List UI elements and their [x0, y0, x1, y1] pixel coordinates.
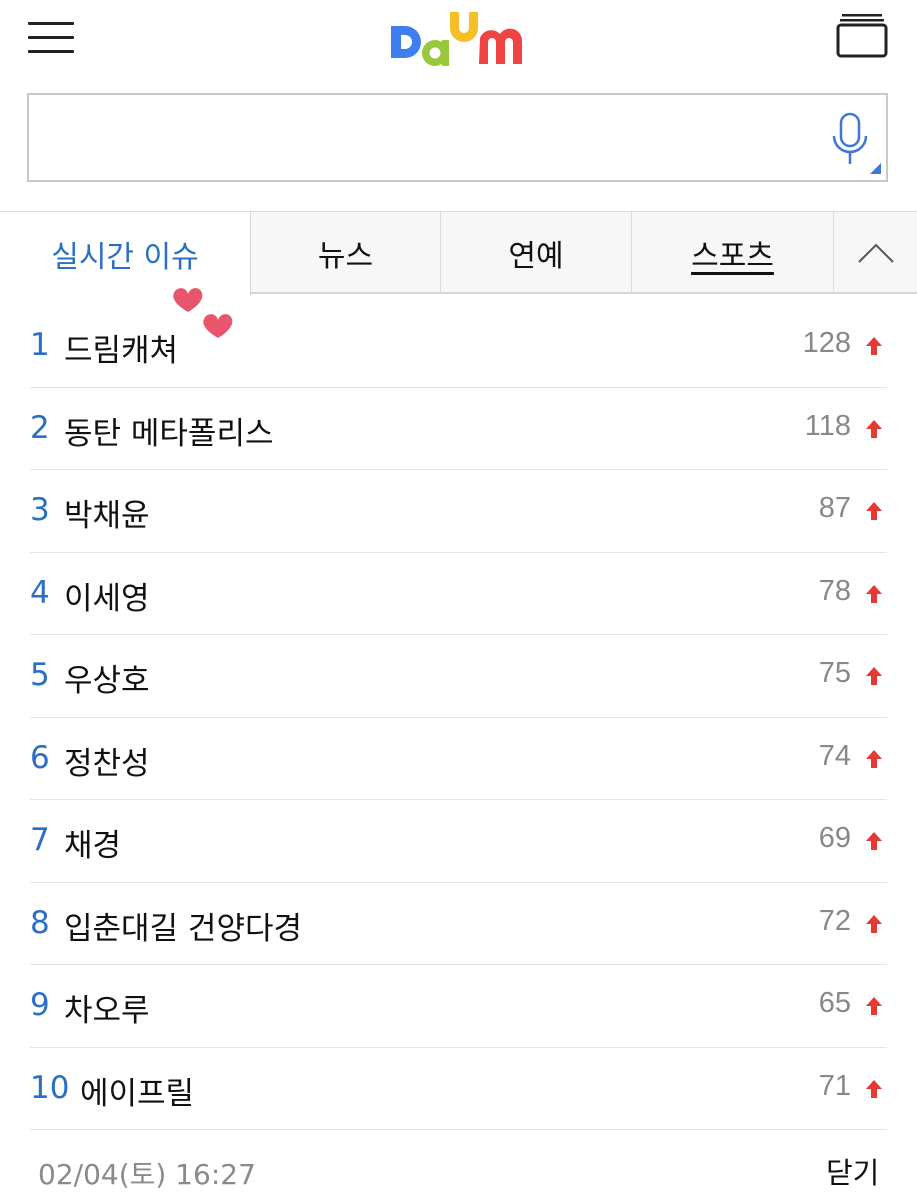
list-item[interactable]: 5 우상호 75 — [30, 635, 887, 718]
trend-up-arrow-icon — [866, 584, 882, 603]
issue-count: 118 — [804, 409, 851, 442]
issue-count: 69 — [818, 822, 851, 854]
rank-number: 5 — [30, 657, 50, 693]
rank-number: 9 — [30, 987, 50, 1023]
rank-number: 6 — [30, 739, 50, 776]
list-item[interactable]: 8 입춘대길 건양다경 72 — [30, 883, 887, 965]
issue-count: 65 — [818, 987, 851, 1019]
issue-keyword[interactable]: 채경 — [64, 820, 121, 865]
list-item[interactable]: 3 박채윤 87 — [30, 470, 887, 553]
tab-entertainment[interactable]: 연예 — [441, 211, 632, 294]
rank-number: 8 — [30, 904, 50, 941]
list-item[interactable]: 4 이세영 78 — [30, 553, 887, 635]
issue-count: 75 — [818, 657, 851, 689]
tab-label: 뉴스 — [317, 238, 374, 274]
rank-number: 10 — [30, 1069, 70, 1106]
tab-label: 실시간 이슈 — [51, 240, 199, 275]
list-item[interactable]: 6 정찬성 74 — [30, 718, 887, 800]
mic-options-triangle-icon[interactable] — [870, 163, 881, 174]
trend-up-arrow-icon — [866, 1079, 882, 1098]
list-item[interactable]: 10 에이프릴 71 — [30, 1048, 887, 1130]
issue-count: 71 — [818, 1069, 851, 1102]
issue-keyword[interactable]: 동탄 메타폴리스 — [64, 408, 274, 453]
trend-up-arrow-icon — [866, 997, 882, 1015]
list-item[interactable]: 2 동탄 메타폴리스 118 — [30, 388, 887, 470]
issue-count: 78 — [818, 574, 851, 607]
issue-keyword[interactable]: 박채윤 — [64, 490, 150, 535]
issue-keyword[interactable]: 드림캐쳐 — [64, 325, 178, 370]
category-tab-bar: 실시간 이슈 뉴스 연예 스포츠 — [0, 211, 917, 296]
chevron-up-icon — [857, 243, 894, 263]
window-tabs-icon[interactable] — [836, 12, 888, 58]
tab-news[interactable]: 뉴스 — [251, 211, 441, 294]
trend-up-arrow-icon — [866, 667, 882, 685]
trend-up-arrow-icon — [866, 502, 882, 520]
daum-logo[interactable] — [388, 8, 530, 74]
list-item[interactable]: 1 드림캐쳐 128 — [30, 305, 887, 388]
tab-label: 연예 — [508, 238, 564, 274]
trend-up-arrow-icon — [866, 419, 882, 438]
trend-up-arrow-icon — [866, 832, 882, 850]
search-box[interactable] — [27, 93, 888, 182]
issue-keyword[interactable]: 차오루 — [64, 985, 150, 1030]
trend-up-arrow-icon — [866, 914, 882, 933]
daum-mobile-page: 실시간 이슈 뉴스 연예 스포츠 1 드림캐쳐 128 2 동탄 메타폴리스 1… — [0, 0, 917, 1200]
issue-keyword[interactable]: 이세영 — [64, 573, 150, 618]
issue-keyword[interactable]: 우상호 — [64, 655, 150, 700]
list-item[interactable]: 7 채경 69 — [30, 800, 887, 883]
trend-up-arrow-icon — [866, 337, 882, 355]
tab-sports[interactable]: 스포츠 — [632, 211, 834, 294]
issue-count: 74 — [818, 739, 851, 772]
list-item[interactable]: 9 차오루 65 — [30, 965, 887, 1048]
rank-number: 7 — [30, 822, 50, 858]
issue-count: 128 — [802, 327, 851, 359]
search-input[interactable] — [45, 115, 809, 163]
realtime-issue-list: 1 드림캐쳐 128 2 동탄 메타폴리스 118 3 박채윤 87 4 이세영… — [30, 305, 887, 1130]
microphone-icon[interactable] — [828, 112, 872, 170]
trend-up-arrow-icon — [866, 749, 882, 768]
issue-keyword[interactable]: 에이프릴 — [80, 1068, 194, 1113]
tab-label: 스포츠 — [691, 238, 774, 274]
rank-number: 1 — [30, 327, 50, 363]
issue-count: 87 — [818, 492, 851, 524]
issue-keyword[interactable]: 입춘대길 건양다경 — [64, 903, 302, 948]
rank-number: 3 — [30, 492, 50, 528]
close-button[interactable]: 닫기 — [826, 1150, 879, 1192]
hamburger-menu-icon[interactable] — [28, 18, 76, 58]
update-timestamp: 02/04(토) 16:27 — [38, 1158, 256, 1191]
rank-number: 4 — [30, 574, 50, 611]
collapse-button[interactable] — [834, 211, 917, 294]
issue-count: 72 — [818, 904, 851, 937]
rank-number: 2 — [30, 409, 50, 446]
issue-keyword[interactable]: 정찬성 — [64, 738, 150, 783]
